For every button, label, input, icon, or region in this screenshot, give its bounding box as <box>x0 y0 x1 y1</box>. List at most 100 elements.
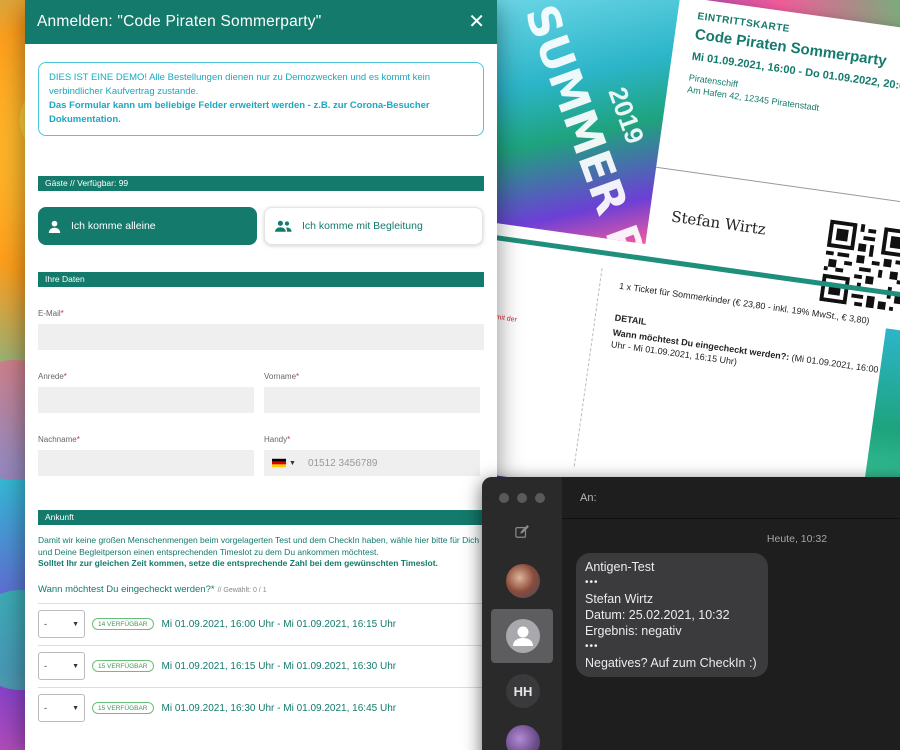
firstname-label: Vorname* <box>264 372 300 381</box>
availability-badge: 15 VERFÜGBAR <box>92 660 154 672</box>
checkin-question: Wann möchtest Du eingecheckt werden?*// … <box>38 584 484 595</box>
message-line: Ergebnis: negativ <box>585 624 682 638</box>
timeslot-row: - ▼ 14 VERFÜGBAR Mi 01.09.2021, 16:00 Uhr… <box>38 602 484 645</box>
guests-section-bar: Gäste // Verfügbar: 99 <box>38 176 484 191</box>
checkin-question-text: Wann möchtest Du eingecheckt werden?* <box>38 583 215 595</box>
timeslot-select-value: - <box>44 619 47 629</box>
phone-placeholder: 01512 3456789 <box>307 457 378 469</box>
demo-notice-text: DIES IST EINE DEMO! Alle Bestellungen di… <box>49 72 431 97</box>
lastname-field-group: Nachname* <box>38 435 254 476</box>
lastname-label: Nachname* <box>38 435 80 444</box>
phone-label: Handy* <box>264 435 291 444</box>
arrival-text: Damit wir keine großen Menschenmengen be… <box>38 535 480 557</box>
demo-notice: DIES IST EINE DEMO! Alle Bestellungen di… <box>38 62 484 136</box>
message-line: Stefan Wirtz <box>585 592 654 606</box>
ticket-divider <box>656 166 900 207</box>
ticket-detail-answer: (Mi 01.09.2021, 16:00 Uhr - Mi 01.09.202… <box>610 339 880 375</box>
zoom-window-button[interactable] <box>535 493 545 503</box>
message-line: ••• <box>585 577 599 588</box>
ticket-detail: Wann möchtest Du eingecheckt werden?: (M… <box>610 326 891 389</box>
registration-modal: Anmelden: "Code Piraten Sommerparty" ✕ D… <box>25 0 497 750</box>
message-timestamp: Heute, 10:32 <box>766 533 828 545</box>
arrival-description: Damit wir keine großen Menschenmengen be… <box>38 535 484 570</box>
messages-conversation: An: Heute, 10:32 Antigen-Test ••• Stefan… <box>562 477 900 750</box>
timeslot-list: - ▼ 14 VERFÜGBAR Mi 01.09.2021, 16:00 Uhr… <box>38 602 484 729</box>
messages-window: HH An: Heute, 10:32 Antigen-Test ••• Ste… <box>482 477 900 750</box>
email-field[interactable] <box>38 324 484 350</box>
timeslot-select-value: - <box>44 661 47 671</box>
people-icon <box>275 220 292 232</box>
choice-with-companion-label: Ich komme mit Begleitung <box>302 220 423 232</box>
availability-badge: 15 VERFÜGBAR <box>92 702 154 714</box>
country-dropdown-caret-icon[interactable]: ▼ <box>289 460 296 467</box>
choice-alone-button[interactable]: Ich komme alleine <box>38 207 257 245</box>
person-icon <box>48 220 61 233</box>
phone-field[interactable]: ▼ 01512 3456789 <box>264 450 480 476</box>
ticket-hero-word: SUMMER PARTY <box>514 0 681 245</box>
messages-sidebar: HH <box>482 477 562 750</box>
timeslot-select[interactable]: - ▼ <box>38 694 85 722</box>
recipient-label: An: <box>580 491 597 504</box>
close-icon[interactable]: ✕ <box>468 12 485 32</box>
message-line: Negatives? Auf zum CheckIn :) <box>585 656 757 670</box>
contact-avatar[interactable] <box>506 725 540 750</box>
modal-title: Anmelden: "Code Piraten Sommerparty" <box>37 13 322 30</box>
salutation-label-text: Anrede <box>38 372 64 381</box>
choice-alone-label: Ich komme alleine <box>71 220 156 232</box>
minimize-window-button[interactable] <box>517 493 527 503</box>
recipient-bar[interactable]: An: <box>562 477 900 519</box>
timeslot-label: Mi 01.09.2021, 16:30 Uhr - Mi 01.09.2021… <box>161 702 397 714</box>
phone-label-text: Handy <box>264 435 288 444</box>
firstname-field-group: Vorname* <box>264 372 480 413</box>
ticket-holder-name: Stefan Wirtz <box>670 207 767 239</box>
salutation-label: Anrede* <box>38 372 67 381</box>
lastname-field[interactable] <box>38 450 254 476</box>
timeslot-select[interactable]: - ▼ <box>38 652 85 680</box>
select-caret-icon: ▼ <box>72 620 79 628</box>
message-bubble[interactable]: Antigen-Test ••• Stefan Wirtz Datum: 25.… <box>576 553 768 677</box>
ticket-detail-heading: DETAIL <box>614 312 648 327</box>
name-row-2: Nachname* Handy* ▼ 01512 3456789 <box>38 435 484 476</box>
availability-badge: 14 VERFÜGBAR <box>92 618 154 630</box>
qr-code-icon <box>819 219 900 313</box>
germany-flag-icon[interactable] <box>272 458 286 468</box>
checkin-question-sub: // Gewählt: 0 / 1 <box>217 586 267 594</box>
timeslot-select-value: - <box>44 703 47 713</box>
name-row-1: Anrede* Vorname* <box>38 372 484 413</box>
message-line: Antigen-Test <box>585 560 655 574</box>
data-section-bar: Ihre Daten <box>38 272 484 287</box>
close-window-button[interactable] <box>499 493 509 503</box>
contact-avatar[interactable] <box>506 564 540 598</box>
ticket-info: EINTRITTSKARTE Code Piraten Sommerparty … <box>687 11 900 129</box>
timeslot-select[interactable]: - ▼ <box>38 610 85 638</box>
timeslot-row: - ▼ 15 VERFÜGBAR Mi 01.09.2021, 16:30 Uhr… <box>38 686 484 729</box>
modal-header: Anmelden: "Code Piraten Sommerparty" ✕ <box>25 0 497 44</box>
firstname-field[interactable] <box>264 387 480 413</box>
phone-field-group: Handy* ▼ 01512 3456789 <box>264 435 480 476</box>
firstname-label-text: Vorname <box>264 372 297 381</box>
arrival-text-bold: Solltet Ihr zur gleichen Zeit kommen, se… <box>38 558 438 568</box>
person-icon <box>513 626 533 646</box>
select-caret-icon: ▼ <box>72 662 79 670</box>
message-line: Datum: 25.02.2021, 10:32 <box>585 608 730 622</box>
email-field-group: E-Mail* <box>38 309 484 350</box>
window-controls <box>499 493 545 503</box>
select-caret-icon: ▼ <box>72 704 79 712</box>
timeslot-label: Mi 01.09.2021, 16:00 Uhr - Mi 01.09.2021… <box>161 618 397 630</box>
compose-icon[interactable] <box>515 525 529 539</box>
message-line: ••• <box>585 641 599 652</box>
contact-avatar-selected[interactable] <box>506 619 540 653</box>
contact-avatar-initials[interactable]: HH <box>506 674 540 708</box>
lastname-label-text: Nachname <box>38 435 77 444</box>
ticket-perforation <box>573 268 603 467</box>
timeslot-row: - ▼ 15 VERFÜGBAR Mi 01.09.2021, 16:15 Uhr… <box>38 644 484 687</box>
salutation-field[interactable] <box>38 387 254 413</box>
salutation-field-group: Anrede* <box>38 372 254 413</box>
email-label-text: E-Mail <box>38 309 61 318</box>
email-label: E-Mail* <box>38 309 64 318</box>
timeslot-label: Mi 01.09.2021, 16:15 Uhr - Mi 01.09.2021… <box>161 660 397 672</box>
choice-with-companion-button[interactable]: Ich komme mit Begleitung <box>264 207 483 245</box>
demo-notice-bold: Das Formular kann um beliebige Felder er… <box>49 100 430 125</box>
arrival-section-bar: Ankunft <box>38 510 484 525</box>
modal-body: DIES IST EINE DEMO! Alle Bestellungen di… <box>25 44 497 729</box>
